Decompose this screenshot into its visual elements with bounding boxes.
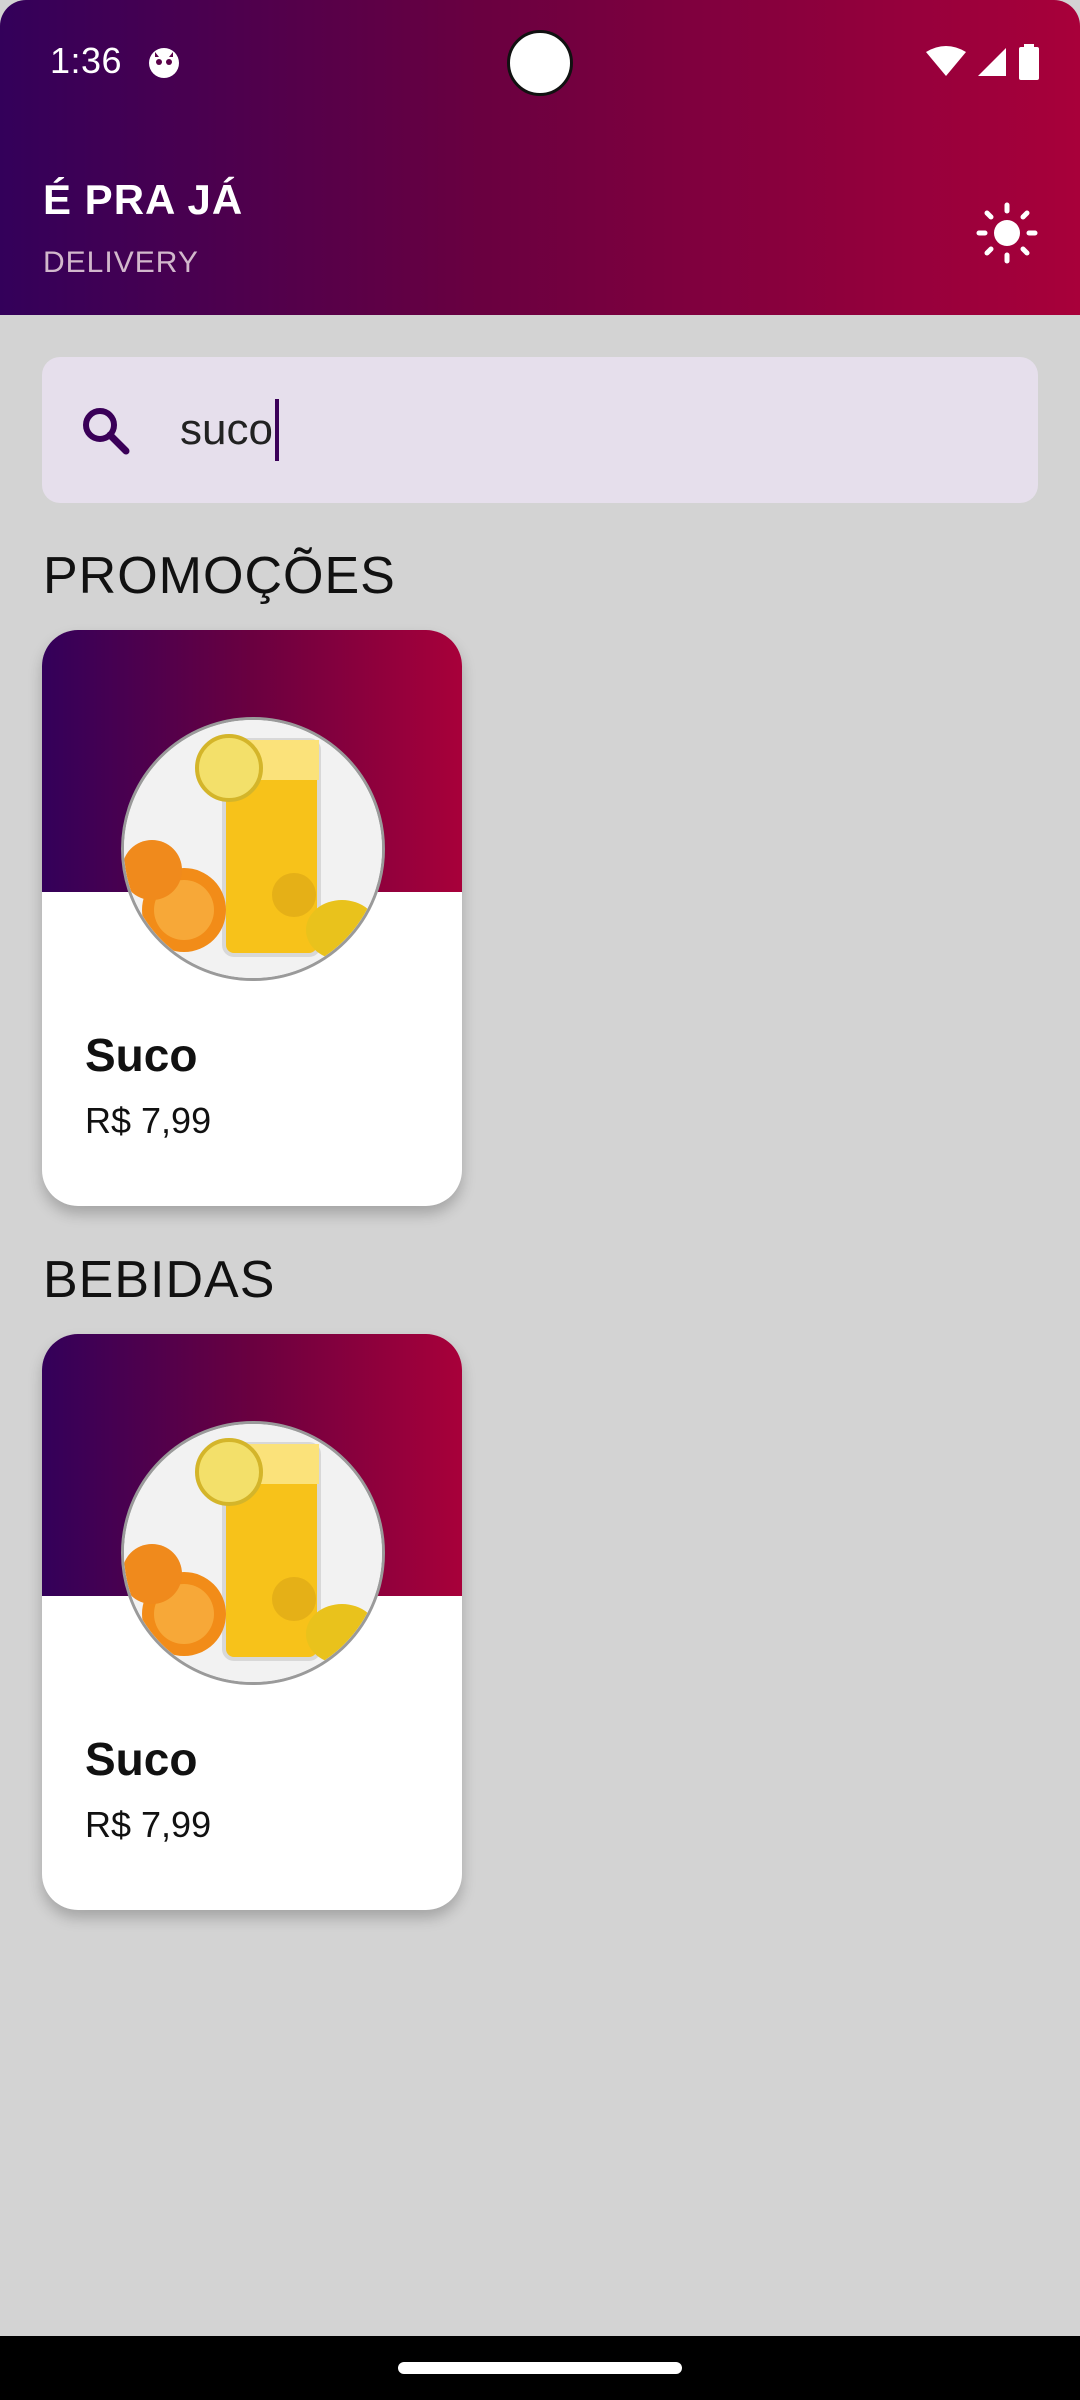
section-title-promocoes: PROMOÇÕES [43,547,396,605]
app-subtitle: DELIVERY [43,246,199,279]
status-icons [926,44,1040,80]
search-field-value[interactable]: suco [180,399,279,461]
app-notification-icon [147,46,181,80]
product-image [121,717,385,981]
wifi-icon [926,46,966,78]
theme-toggle-button[interactable] [976,202,1038,264]
app-header: 1:36 É PRA JÁ DELIVERY [0,0,1080,315]
status-time: 1:36 [50,40,123,81]
camera-cutout [507,30,573,96]
product-name: Suco [85,1029,198,1081]
search-text: suco [180,405,273,454]
sun-icon [976,202,1038,264]
product-price: R$ 7,99 [85,1100,212,1141]
app-title: É PRA JÁ [43,176,244,223]
screen: 1:36 É PRA JÁ DELIVERY suco PROMOÇÕES Su… [0,0,1080,2400]
section-title-bebidas: BEBIDAS [43,1251,276,1309]
product-card[interactable]: Suco R$ 7,99 [42,630,462,1206]
text-cursor [274,399,279,461]
product-image [121,1421,385,1685]
product-name: Suco [85,1733,198,1785]
product-card[interactable]: Suco R$ 7,99 [42,1334,462,1910]
home-indicator[interactable] [398,2362,682,2374]
battery-icon [1018,44,1040,80]
search-icon[interactable] [78,403,134,459]
product-price: R$ 7,99 [85,1804,212,1845]
cellular-signal-icon [976,46,1008,78]
